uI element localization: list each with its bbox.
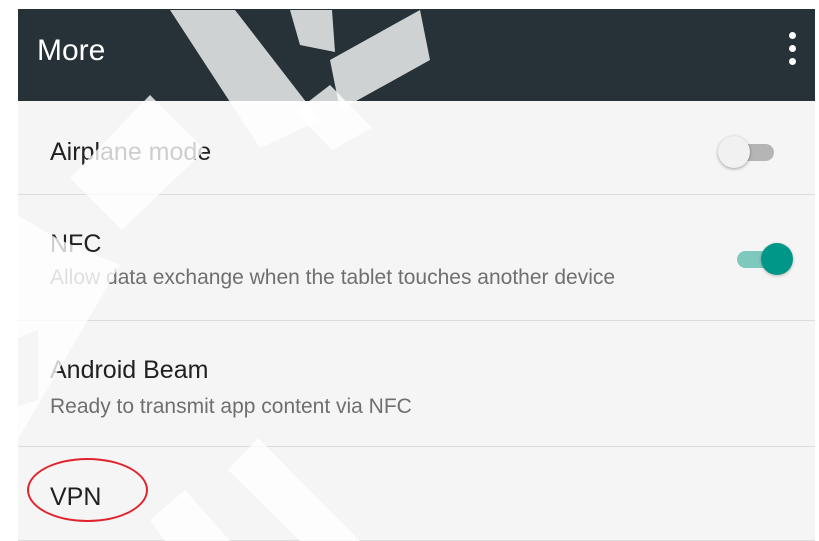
page-title: More <box>37 34 106 67</box>
switch-thumb <box>761 243 793 275</box>
setting-title: NFC <box>50 230 102 258</box>
setting-title: VPN <box>50 483 102 511</box>
setting-title: Android Beam <box>50 356 209 384</box>
setting-title: Airplane mode <box>50 138 212 166</box>
airplane-mode-switch[interactable] <box>718 134 778 170</box>
setting-summary: Allow data exchange when the tablet touc… <box>50 266 616 289</box>
setting-airplane-mode[interactable]: Airplane mode <box>18 101 815 195</box>
setting-vpn[interactable]: VPN <box>18 447 815 541</box>
more-vert-icon[interactable] <box>773 29 815 73</box>
setting-nfc[interactable]: NFC Allow data exchange when the tablet … <box>18 195 815 321</box>
settings-screen: More Airplane mode NFC Allow data exchan… <box>18 9 815 541</box>
setting-android-beam[interactable]: Android Beam Ready to transmit app conte… <box>18 321 815 447</box>
switch-thumb <box>718 136 750 168</box>
nfc-switch[interactable] <box>733 241 793 277</box>
setting-summary: Ready to transmit app content via NFC <box>50 395 412 418</box>
app-bar: More <box>18 9 815 101</box>
